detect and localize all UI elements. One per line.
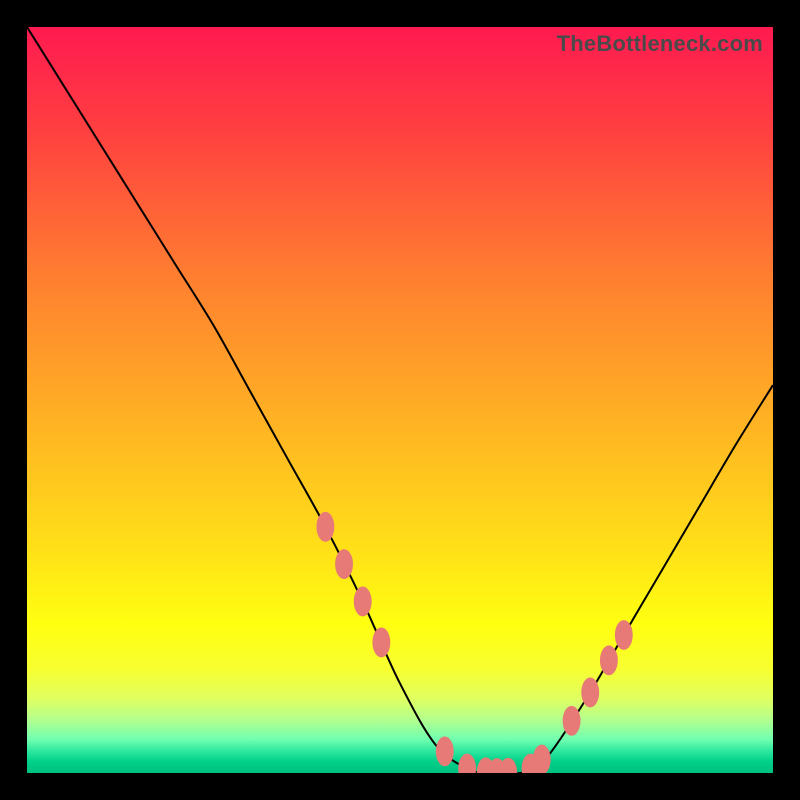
data-marker	[600, 645, 618, 675]
bottleneck-curve	[27, 27, 773, 773]
watermark-text: TheBottleneck.com	[557, 31, 763, 57]
data-marker	[533, 745, 551, 773]
data-marker	[499, 758, 517, 773]
data-marker	[563, 706, 581, 736]
data-marker	[615, 620, 633, 650]
chart-area: TheBottleneck.com	[27, 27, 773, 773]
data-markers	[316, 512, 632, 773]
data-marker	[458, 754, 476, 773]
data-marker	[581, 678, 599, 708]
data-marker	[316, 512, 334, 542]
data-marker	[372, 628, 390, 658]
data-marker	[335, 549, 353, 579]
data-marker	[436, 736, 454, 766]
bottleneck-plot	[27, 27, 773, 773]
data-marker	[354, 587, 372, 617]
